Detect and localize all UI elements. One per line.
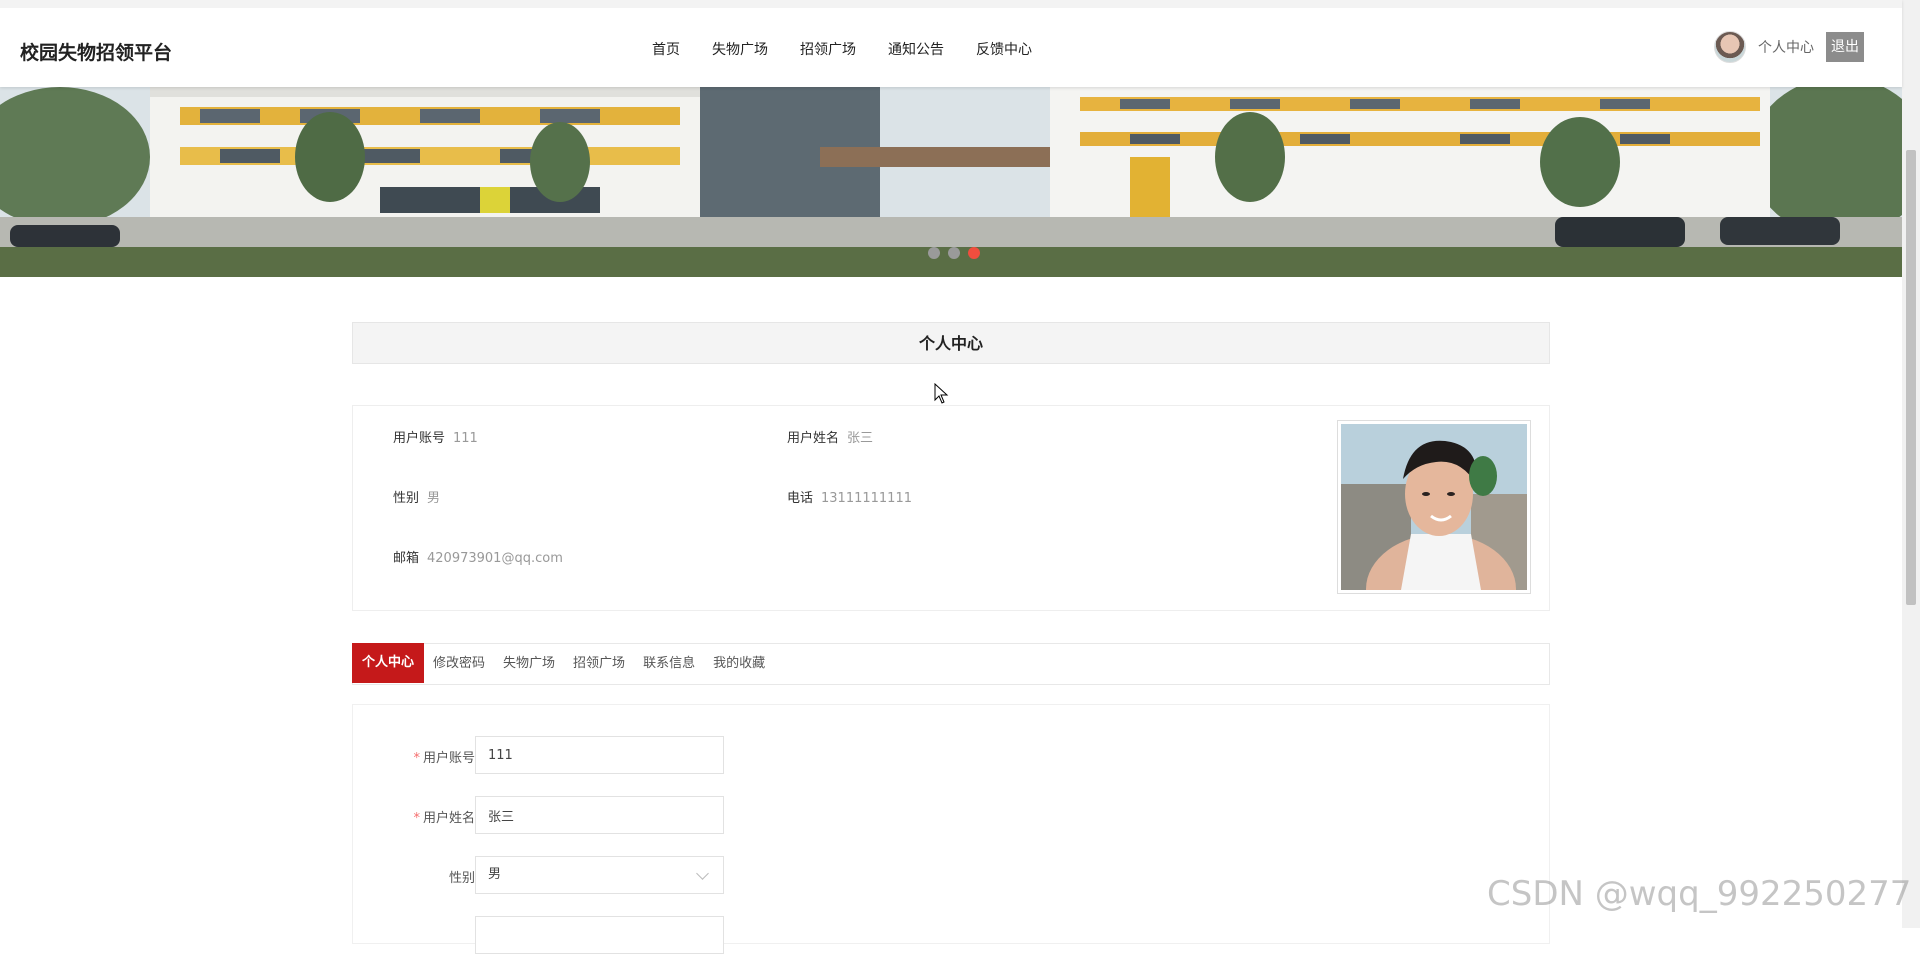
name-input[interactable] — [475, 796, 724, 834]
form-row-name: * 用户姓名 — [353, 796, 953, 834]
profile-info-card: 用户账号 111 用户姓名 张三 性别男 电话 13111111111 邮箱 42097… — [352, 405, 1550, 611]
gender-select-value: 男 — [488, 867, 502, 882]
tab-personal-center[interactable]: 个人中心 — [352, 643, 425, 683]
profile-photo-image — [1341, 424, 1527, 590]
nav-lost-items[interactable]: 失物广场 — [712, 39, 768, 59]
tab-contact-info[interactable]: 联系信息 — [634, 643, 704, 685]
info-name-value: 张三 — [847, 431, 874, 446]
form-row-account: * 用户账号 — [353, 736, 953, 774]
profile-photo — [1337, 420, 1531, 594]
tab-my-favorites[interactable]: 我的收藏 — [704, 643, 774, 685]
info-gender: 性别男 — [393, 487, 440, 506]
info-phone: 电话 13111111111 — [787, 487, 912, 506]
carousel-dot-3[interactable] — [968, 247, 980, 259]
user-center-link[interactable]: 个人中心 — [1758, 37, 1814, 57]
account-label: * 用户账号 — [413, 747, 475, 766]
name-label-text: 用户姓名 — [422, 811, 475, 826]
user-avatar[interactable] — [1714, 31, 1746, 63]
carousel-dots — [928, 247, 980, 259]
site-title[interactable]: 校园失物招领平台 — [20, 38, 172, 65]
info-gender-label: 性别 — [393, 491, 420, 506]
user-area: 个人中心 退出 — [1714, 31, 1864, 63]
watermark: CSDN @wqq_992250277 — [1487, 874, 1912, 914]
nav-feedback[interactable]: 反馈中心 — [976, 39, 1032, 59]
tab-found-items[interactable]: 招领广场 — [564, 643, 634, 685]
form-row-next — [353, 916, 953, 954]
main-nav: 首页 失物广场 招领广场 通知公告 反馈中心 — [652, 39, 1064, 59]
name-label: * 用户姓名 — [413, 807, 475, 826]
info-phone-value: 13111111111 — [821, 491, 912, 506]
section-title: 个人中心 — [352, 322, 1550, 364]
next-field-input[interactable] — [475, 916, 724, 954]
info-phone-label: 电话 — [787, 491, 814, 506]
info-email-value: 420973901@qq.com — [427, 551, 563, 566]
tab-lost-items[interactable]: 失物广场 — [494, 643, 564, 685]
info-email: 邮箱 420973901@qq.com — [393, 547, 563, 566]
nav-found-items[interactable]: 招领广场 — [800, 39, 856, 59]
nav-announcements[interactable]: 通知公告 — [888, 39, 944, 59]
logout-button[interactable]: 退出 — [1826, 32, 1864, 62]
info-account-value: 111 — [453, 431, 478, 446]
account-label-text: 用户账号 — [422, 751, 475, 766]
form-row-gender: 性别 男 — [353, 856, 953, 894]
info-account: 用户账号 111 — [393, 427, 478, 446]
profile-tabs: 个人中心 修改密码 失物广场 招领广场 联系信息 我的收藏 — [352, 643, 1550, 685]
scrollbar-thumb[interactable] — [1906, 150, 1916, 605]
carousel-dot-2[interactable] — [948, 247, 960, 259]
info-name: 用户姓名 张三 — [787, 427, 873, 446]
tab-change-password[interactable]: 修改密码 — [424, 643, 494, 685]
gender-label: 性别 — [448, 871, 475, 886]
info-gender-value: 男 — [427, 491, 441, 506]
mouse-cursor-icon — [934, 383, 949, 404]
gender-select[interactable]: 男 — [475, 856, 724, 894]
info-account-label: 用户账号 — [393, 431, 446, 446]
info-email-label: 邮箱 — [393, 551, 420, 566]
top-navbar: 校园失物招领平台 首页 失物广场 招领广场 通知公告 反馈中心 个人中心 退出 — [0, 0, 1902, 87]
profile-form: *用户账号 *用户姓名 性别 男 — [352, 704, 1550, 954]
required-mark: * — [413, 751, 420, 766]
carousel-dot-1[interactable] — [928, 247, 940, 259]
info-name-label: 用户姓名 — [787, 431, 840, 446]
required-mark: * — [413, 811, 420, 826]
page-scrollbar[interactable] — [1902, 0, 1920, 928]
nav-home[interactable]: 首页 — [652, 39, 680, 59]
account-input[interactable] — [475, 736, 724, 774]
